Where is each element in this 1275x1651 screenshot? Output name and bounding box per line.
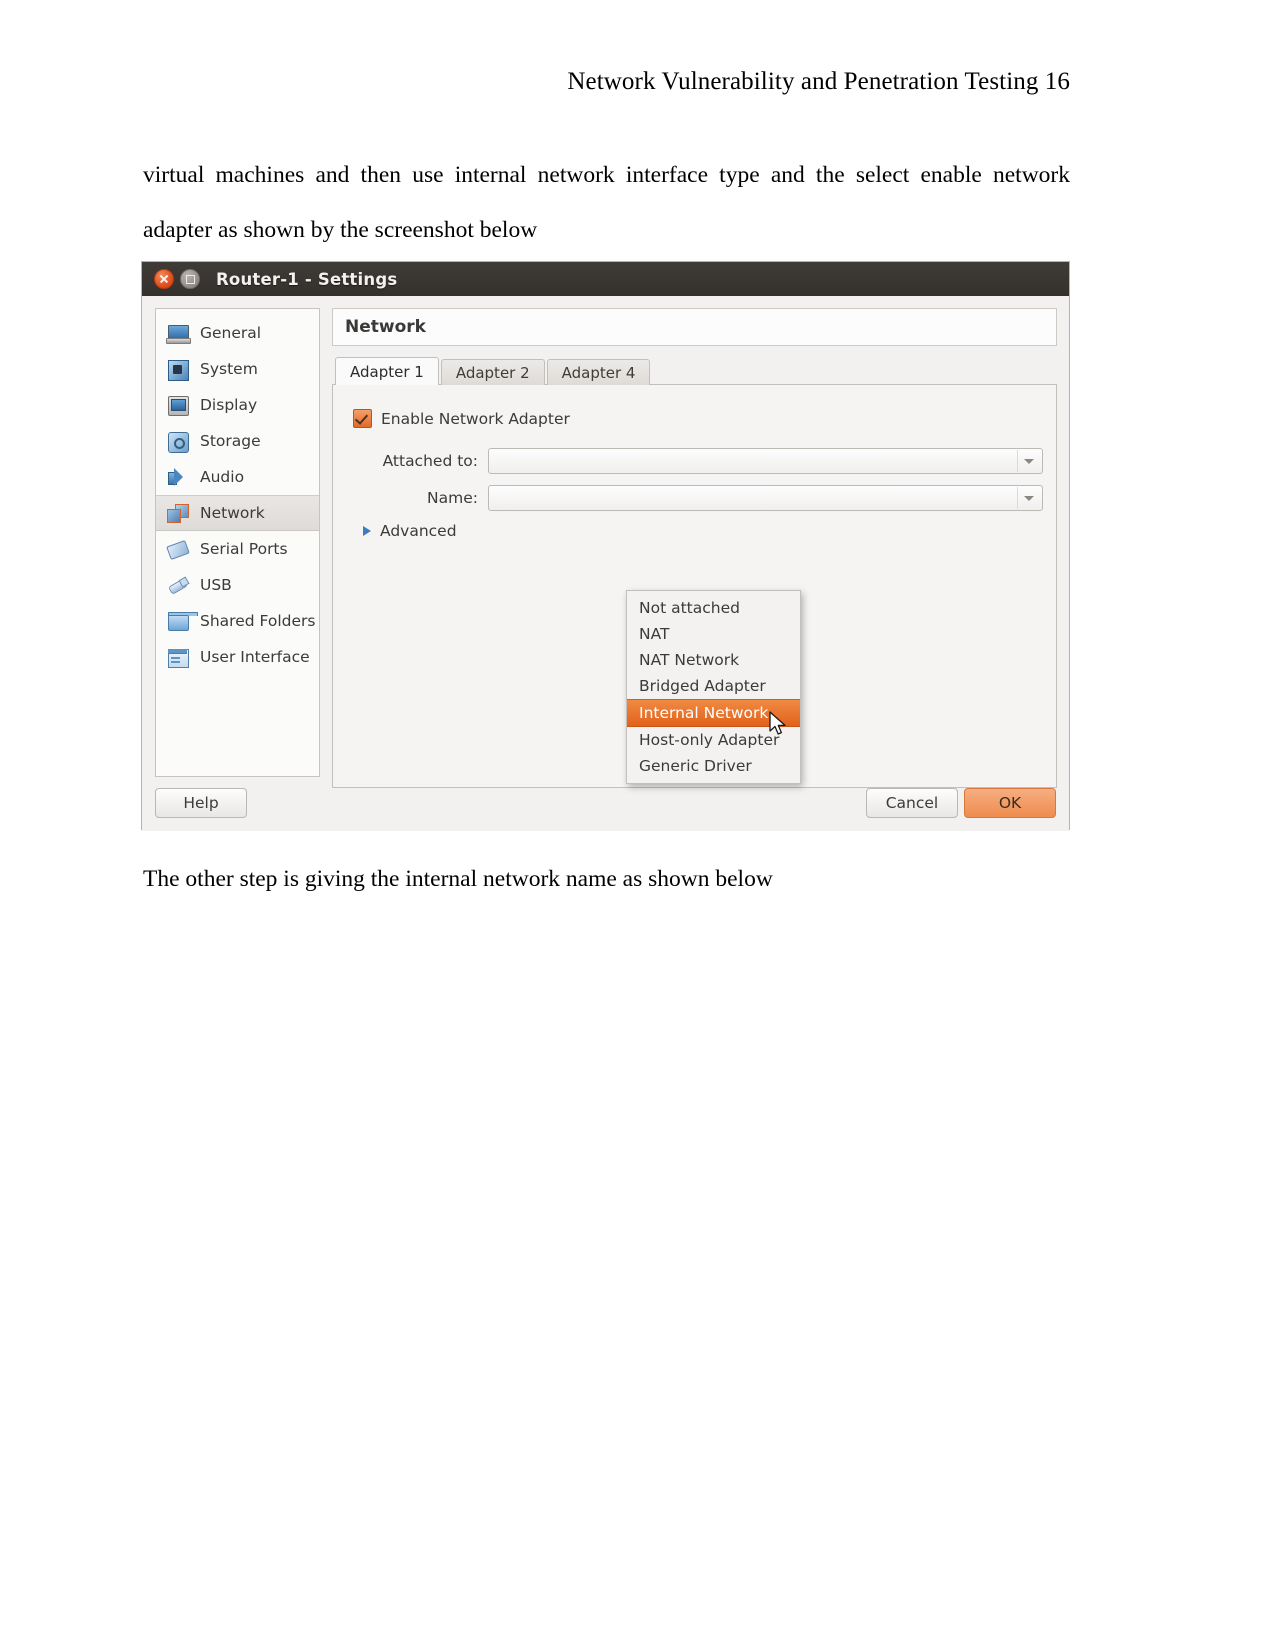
tab-adapter-1[interactable]: Adapter 1 [335,357,439,385]
network-cards-icon [166,502,189,525]
settings-category-sidebar: General System Display Storage Audio Net [155,308,320,777]
sidebar-item-label: User Interface [200,648,310,666]
window-icon [166,646,189,669]
advanced-label: Advanced [380,522,457,540]
dialog-footer: Help Cancel OK [155,788,1056,820]
close-icon[interactable] [154,269,174,289]
pane-title: Network [332,308,1057,346]
usb-icon [166,574,190,597]
attached-to-row: Attached to: [353,448,1043,474]
folder-icon [166,610,198,633]
sidebar-item-display[interactable]: Display [156,387,319,423]
sidebar-item-label: Serial Ports [200,540,288,558]
sidebar-item-user-interface[interactable]: User Interface [156,639,319,675]
cancel-button[interactable]: Cancel [866,788,958,818]
enable-network-adapter-checkbox[interactable] [353,409,372,428]
dropdown-option-nat-network[interactable]: NAT Network [627,647,800,673]
window-body: General System Display Storage Audio Net [142,296,1069,831]
virtualbox-settings-window: Router-1 - Settings General System Displ… [141,261,1070,831]
sidebar-item-label: Audio [200,468,245,486]
help-button[interactable]: Help [155,788,247,818]
attached-to-label: Attached to: [382,452,478,470]
enable-network-adapter-label: Enable Network Adapter [381,409,570,428]
name-label: Name: [427,489,478,507]
window-titlebar: Router-1 - Settings [142,262,1069,296]
sidebar-item-label: Shared Folders [200,612,316,630]
ok-button[interactable]: OK [964,788,1056,818]
window-title: Router-1 - Settings [216,269,398,289]
dropdown-option-internal-network[interactable]: Internal Network [627,699,800,727]
paragraph-intro: virtual machines and then use internal n… [143,162,1070,243]
tab-label: Adapter 2 [455,364,530,382]
sidebar-item-general[interactable]: General [156,315,319,351]
maximize-icon[interactable] [180,269,200,289]
chevron-down-icon [1017,450,1040,472]
chip-icon [166,358,189,381]
sidebar-item-shared-folders[interactable]: Shared Folders [156,603,319,639]
speaker-icon [166,466,189,489]
sidebar-item-system[interactable]: System [156,351,319,387]
sidebar-item-serial-ports[interactable]: Serial Ports [156,531,319,567]
dropdown-option-not-attached[interactable]: Not attached [627,595,800,621]
sidebar-item-label: Storage [200,432,261,450]
adapter-tabstrip: Adapter 1 Adapter 2 Adapter 4 [332,357,1057,385]
name-combobox[interactable] [488,485,1043,511]
tab-adapter-2[interactable]: Adapter 2 [440,359,545,385]
sidebar-item-network[interactable]: Network [156,495,319,531]
sidebar-item-label: Network [200,504,265,522]
attached-to-dropdown-menu: Not attached NAT NAT Network Bridged Ada… [626,590,801,784]
monitor-icon [166,394,189,417]
sidebar-item-label: System [200,360,258,378]
sidebar-item-label: Display [200,396,258,414]
serial-plug-icon [166,538,190,561]
dropdown-option-nat[interactable]: NAT [627,621,800,647]
sidebar-item-storage[interactable]: Storage [156,423,319,459]
laptop-icon [166,322,191,345]
chevron-down-icon [1017,487,1040,509]
dropdown-option-host-only-adapter[interactable]: Host-only Adapter [627,727,800,753]
sidebar-item-label: General [200,324,262,342]
attached-to-combobox[interactable] [488,448,1043,474]
tab-label: Adapter 1 [350,363,424,381]
tab-adapter-4[interactable]: Adapter 4 [546,359,651,385]
name-row: Name: [353,485,1043,511]
tab-label: Adapter 4 [561,364,636,382]
paragraph-below: The other step is giving the internal ne… [143,866,773,892]
dropdown-option-generic-driver[interactable]: Generic Driver [627,753,800,779]
disk-icon [166,430,189,453]
triangle-right-icon [363,526,371,536]
sidebar-item-usb[interactable]: USB [156,567,319,603]
dropdown-option-bridged-adapter[interactable]: Bridged Adapter [627,673,800,699]
page-header: Network Vulnerability and Penetration Te… [567,68,1070,95]
advanced-expander[interactable]: Advanced [363,522,457,540]
sidebar-item-label: USB [200,576,232,594]
enable-network-adapter-row: Enable Network Adapter [353,409,570,428]
sidebar-item-audio[interactable]: Audio [156,459,319,495]
